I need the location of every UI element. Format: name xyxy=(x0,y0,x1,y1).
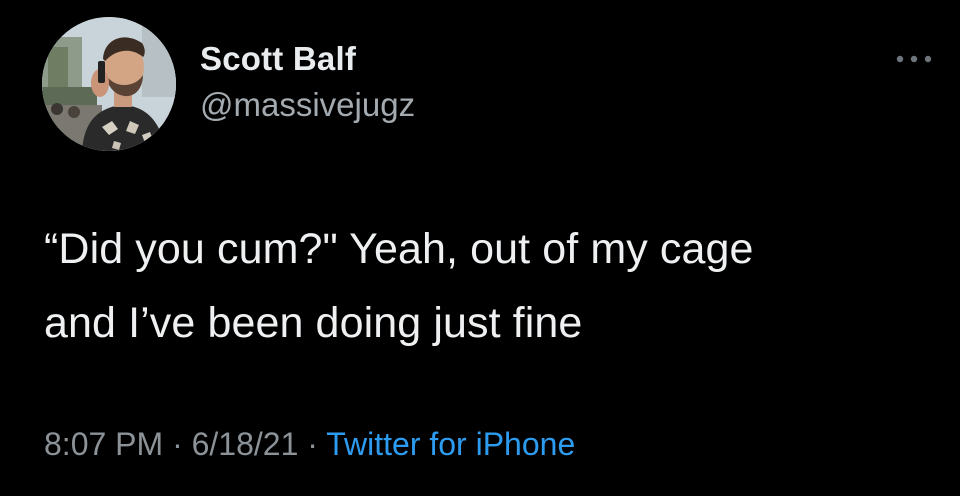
tweet-text-line: “Did you cum?" Yeah, out of my cage xyxy=(44,225,754,273)
meta-separator: · xyxy=(163,426,192,462)
profile-photo xyxy=(42,17,176,151)
tweet-source-link[interactable]: Twitter for iPhone xyxy=(326,426,575,462)
tweet-card: Scott Balf @massivejugz “Did you cum?" Y… xyxy=(0,0,960,496)
tweet-date[interactable]: 6/18/21 xyxy=(192,426,299,462)
user-handle[interactable]: @massivejugz xyxy=(200,86,415,124)
tweet-time[interactable]: 8:07 PM xyxy=(44,426,163,462)
tweet-text: “Did you cum?" Yeah, out of my cage and … xyxy=(44,212,944,360)
tweet-meta: 8:07 PM · 6/18/21 · Twitter for iPhone xyxy=(44,426,575,463)
avatar[interactable] xyxy=(42,17,176,151)
more-horizontal-icon[interactable] xyxy=(893,52,935,66)
meta-separator: · xyxy=(298,426,327,462)
display-name[interactable]: Scott Balf xyxy=(200,40,356,78)
tweet-text-line: and I’ve been doing just fine xyxy=(44,299,583,347)
